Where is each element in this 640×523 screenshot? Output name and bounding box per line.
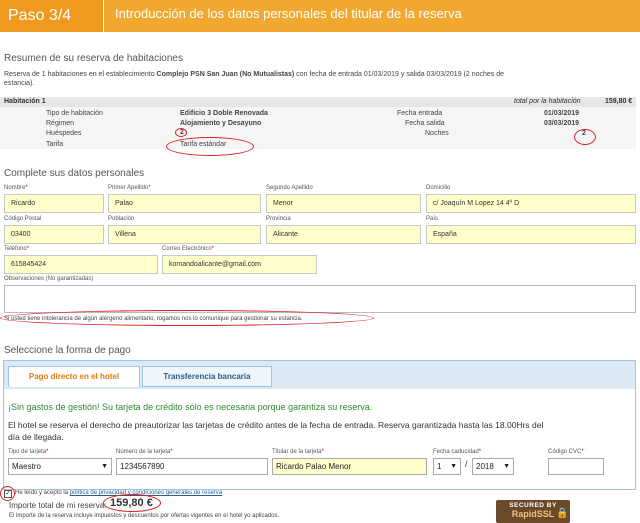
guests-annotation-circle	[175, 128, 187, 137]
country-input[interactable]: España	[426, 225, 636, 244]
first-name-input[interactable]: Ricardo	[4, 194, 104, 213]
checkin-label: Fecha entrada	[397, 110, 443, 117]
checkout-value: 03/03/2019	[544, 120, 580, 127]
last-name2-input[interactable]: Menor	[266, 194, 421, 213]
tab-pay-at-hotel[interactable]: Pago directo en el hotel	[8, 366, 140, 387]
nights-label: Noches	[425, 130, 449, 137]
phone-label: Teléfono*	[4, 246, 30, 252]
first-name-label: Nombre*	[4, 185, 28, 191]
lock-icon: 🔒	[556, 508, 569, 519]
room-total-value: 159,80 €	[605, 98, 633, 105]
room-header-bar: Habitación 1 total por la habitación 159…	[0, 97, 636, 107]
phone-input[interactable]: 615845424	[4, 255, 158, 274]
summary-text-prefix: Reserva de 1 habitaciones en el establec…	[4, 71, 157, 78]
preauth-message: El hotel se reserva el derecho de preaut…	[8, 420, 544, 442]
expiry-label: Fecha caducidad*	[433, 449, 482, 455]
checkout-label: Fecha salida	[405, 120, 445, 127]
no-fees-message: ¡Sin gastos de gestión! Su tarjeta de cr…	[8, 402, 373, 412]
summary-text-suffix: con fecha de entrada 01/03/2019 y salida…	[294, 71, 505, 78]
city-label: Población	[108, 216, 135, 222]
board-label: Régimen	[46, 120, 75, 127]
room-total-label: total por la habitación	[514, 98, 581, 105]
personal-data-title: Complete sus datos personales	[4, 168, 145, 179]
last-name1-input[interactable]: Palao	[108, 194, 261, 213]
nights-annotation-circle	[574, 129, 596, 145]
price-disclaimer: El importe de la reserva incluye impuest…	[9, 513, 280, 519]
board-value: Alojamiento y Desayuno	[180, 120, 262, 127]
province-label: Provincia	[266, 216, 291, 222]
allergy-annotation-circle	[0, 310, 374, 326]
guests-label: Huéspedes	[46, 130, 82, 137]
payment-title: Seleccione la forma de pago	[4, 345, 131, 356]
card-number-label: Número de la tarjeta*	[116, 449, 173, 455]
summary-text-line2: estancia).	[4, 80, 35, 87]
postal-code-input[interactable]: 03400	[4, 225, 104, 244]
total-annotation-circle	[103, 494, 161, 512]
postal-code-label: Código Postal	[4, 216, 42, 222]
last-name2-label: Segundo Apellido	[266, 185, 313, 191]
card-type-label: Tipo de tarjeta*	[8, 449, 49, 455]
chevron-down-icon: ▼	[101, 463, 108, 470]
room-type-value: Edificio 3 Doble Renovada	[180, 110, 268, 117]
tab-bank-transfer[interactable]: Transferencia bancaria	[142, 366, 272, 387]
checkin-value: 01/03/2019	[544, 110, 580, 117]
card-type-select[interactable]: Maestro ▼	[8, 458, 112, 475]
summary-text: Reserva de 1 habitaciones en el establec…	[4, 70, 634, 88]
address-input[interactable]: c/ Joaquín M Lopez 14 4º D	[426, 194, 636, 213]
chevron-down-icon: ▼	[503, 463, 510, 470]
card-number-input[interactable]: 1234567890	[116, 458, 268, 475]
rate-label: Tarifa	[46, 141, 64, 148]
city-input[interactable]: Villena	[108, 225, 261, 244]
last-name1-label: Primer Apellido*	[108, 185, 151, 191]
cvc-label: Código CVC*	[548, 449, 584, 455]
summary-title: Resumen de su reserva de habitaciones	[4, 53, 183, 64]
rate-annotation-circle	[166, 137, 254, 156]
summary-hotel: Complejo PSN San Juan (No Mutualistas)	[156, 71, 295, 78]
email-label: Correo Electrónico*	[162, 246, 215, 252]
province-input[interactable]: Alicante	[266, 225, 421, 244]
step-indicator: Paso 3/4	[0, 0, 104, 32]
card-holder-label: Titular de la tarjeta*	[272, 449, 324, 455]
address-label: Domicilio	[426, 185, 451, 191]
chevron-down-icon: ▼	[450, 463, 457, 470]
expiry-year-select[interactable]: 2018 ▼	[472, 458, 514, 475]
checkbox-annotation-circle	[0, 486, 15, 501]
email-input[interactable]: komandoalicante@gmail.com	[162, 255, 317, 274]
card-holder-input[interactable]: Ricardo Palao Menor	[272, 458, 427, 475]
room-type-label: Tipo de habitación	[46, 110, 103, 117]
total-label: Importe total de mi reserva:	[9, 501, 107, 510]
page-title: Introducción de los datos personales del…	[115, 6, 462, 21]
observations-label: Observaciones (No garantizadas)	[4, 276, 94, 282]
cvc-input[interactable]	[548, 458, 604, 475]
expiry-separator: /	[465, 459, 468, 469]
observations-textarea[interactable]	[4, 285, 636, 313]
room-label: Habitación 1	[4, 98, 46, 105]
expiry-month-select[interactable]: 1 ▼	[433, 458, 461, 475]
country-label: País	[426, 216, 439, 222]
